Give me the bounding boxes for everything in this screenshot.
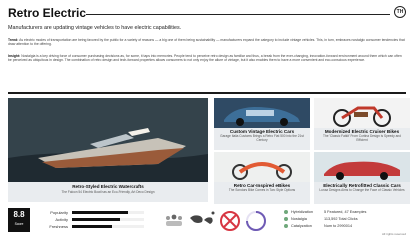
tag-row: Hybridization 5 Featured, 47 Examples: [284, 209, 406, 216]
metric-fill: [72, 225, 112, 228]
score-value: 8.8: [13, 210, 25, 219]
insight-label: Insight:: [8, 54, 21, 58]
metric-track: [72, 218, 144, 221]
card-subtitle: Garage Italia Customs Brings a Retro Fia…: [220, 134, 304, 142]
featured-photo: [8, 98, 208, 182]
page-subtitle: Manufacturers are updating vintage vehic…: [8, 25, 182, 31]
metrics-list: Popularity Activity Freshness: [36, 209, 146, 230]
featured-card[interactable]: Retro-Styled Electric Watercrafts The Fa…: [8, 98, 208, 202]
card-retrofitted-classic-cars[interactable]: Electrically Retrofitted Classic Cars Lu…: [314, 152, 410, 204]
tags-list: Hybridization 5 Featured, 47 Examples No…: [284, 209, 406, 230]
nostalgia-icon: [284, 217, 288, 221]
metric-freshness: Freshness: [36, 223, 146, 230]
card-subtitle: The Sondors Bike Comes in Two Style Opti…: [228, 188, 296, 192]
card-photo: [214, 98, 310, 128]
brand-logo-icon: TH: [394, 6, 406, 18]
progress-ring-icon: [246, 211, 266, 231]
hybridization-icon: [284, 210, 288, 214]
card-photo: [214, 152, 310, 182]
stats-bar: 8.8 Score Popularity Activity Freshness: [8, 208, 406, 236]
metric-fill: [72, 218, 120, 221]
boat-image-icon: [8, 98, 208, 182]
metric-fill: [72, 211, 129, 214]
vintage-car-image-icon: [214, 98, 310, 128]
metric-name: Popularity: [50, 210, 68, 215]
header: Retro Electric TH: [8, 6, 406, 22]
cruiser-bike-image-icon: [314, 98, 410, 128]
trend-paragraph: Trend: As electric modes of transportati…: [8, 38, 406, 47]
insight-paragraph: Insight: Nostalgia is a key driving forc…: [8, 54, 406, 63]
card-electric-cruiser-bikes[interactable]: Modernized Electric Cruiser Bikes The 'C…: [314, 98, 410, 150]
header-rule: [86, 14, 390, 15]
metric-activity: Activity: [36, 216, 146, 223]
insight-text: Nostalgia is a key driving force of cons…: [8, 54, 402, 63]
world-map-icon: [190, 211, 215, 224]
score-label: Score: [14, 222, 24, 226]
ebike-image-icon: [214, 152, 310, 182]
copyright-text: All rights reserved: [381, 232, 406, 236]
tag-row: Nostalgia 113,592 Total Clicks: [284, 216, 406, 223]
tag-name: Nostalgia: [291, 217, 307, 221]
trend-label: Trend:: [8, 38, 19, 42]
tag-value: 113,592 Total Clicks: [324, 217, 358, 221]
trend-text: As electric modes of transportation are …: [8, 38, 405, 47]
featured-subtitle: The Falcon 54 Electric Boat has an Eco-F…: [61, 190, 155, 194]
tag-name: Hybridization: [291, 210, 313, 214]
metric-name: Freshness: [49, 224, 68, 229]
section-divider: [8, 92, 406, 94]
tag-row: Catalyzation Num to 2990014: [284, 223, 406, 230]
card-photo: [314, 152, 410, 182]
audience-icon: [166, 214, 182, 226]
tag-value: 5 Featured, 47 Examples: [324, 210, 367, 214]
featured-title: Retro-Styled Electric Watercrafts: [72, 184, 144, 189]
no-entry-icon: [220, 211, 240, 231]
metric-track: [72, 225, 144, 228]
card-custom-vintage-cars[interactable]: Custom Vintage Electric Cars Garage Ital…: [214, 98, 310, 150]
card-photo: [314, 98, 410, 128]
card-subtitle: The 'Classic Fatkit' From Cortina Design…: [323, 134, 401, 142]
catalyzation-icon: [284, 224, 288, 228]
tag-value: Num to 2990014: [324, 224, 353, 228]
metric-name: Activity: [55, 217, 68, 222]
metric-track: [72, 211, 144, 214]
metric-popularity: Popularity: [36, 209, 146, 216]
score-badge: 8.8 Score: [8, 208, 30, 232]
card-retro-car-ebikes[interactable]: Retro Car-Inspired eBikes The Sondors Bi…: [214, 152, 310, 204]
card-subtitle: Lunaz Designs Aims to Change the Face of…: [319, 188, 405, 192]
page-title: Retro Electric: [8, 6, 87, 20]
indicator-icons: [158, 208, 278, 234]
classic-car-image-icon: [314, 152, 410, 182]
tag-name: Catalyzation: [291, 224, 312, 228]
